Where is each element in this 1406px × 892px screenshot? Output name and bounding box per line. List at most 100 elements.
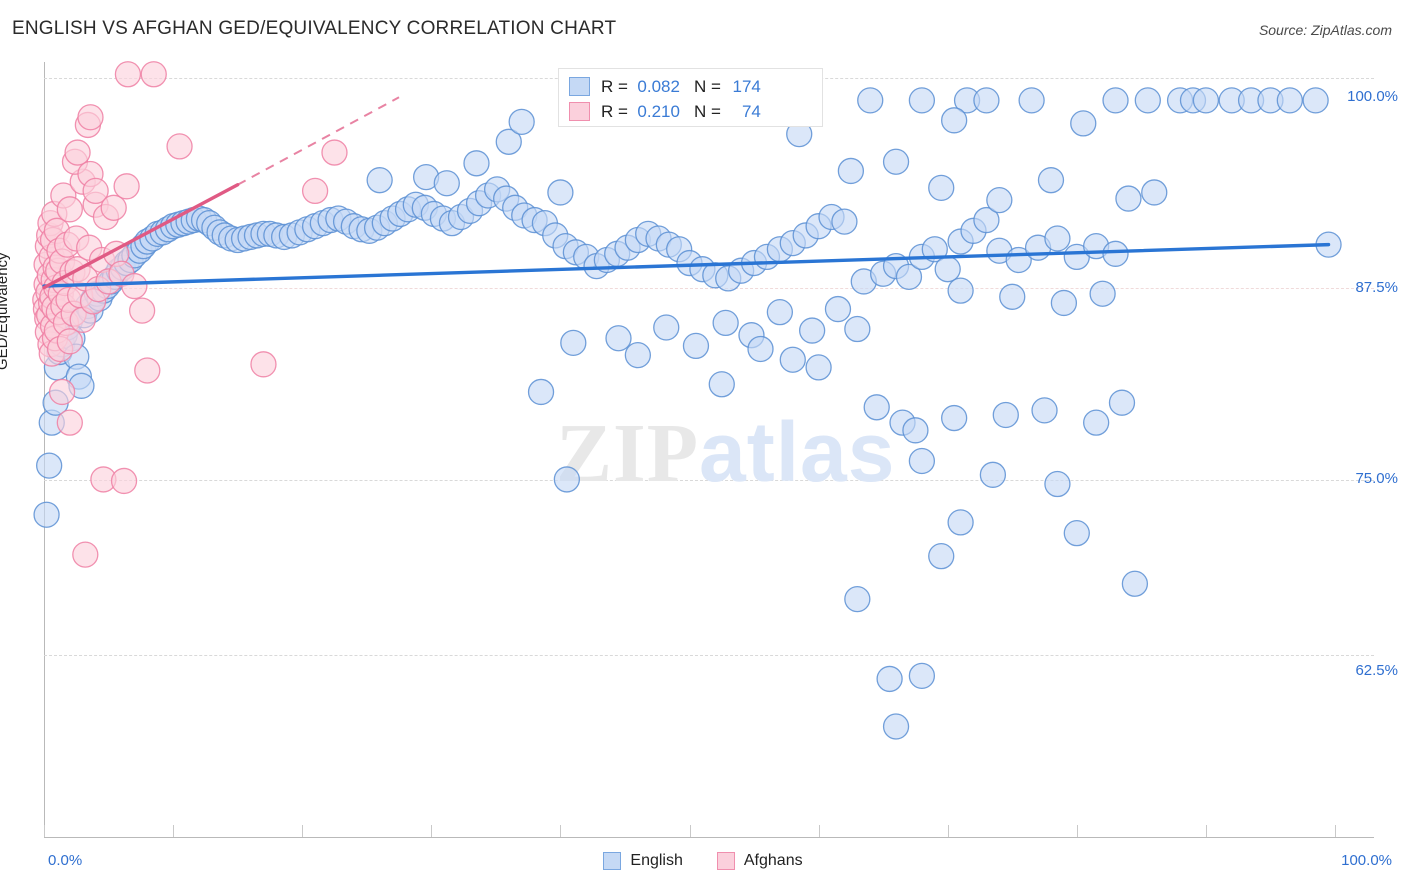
legend-swatch-english xyxy=(569,77,590,96)
data-point xyxy=(928,174,955,201)
legend-color-english xyxy=(603,852,622,870)
data-point xyxy=(1070,110,1097,137)
data-point xyxy=(682,332,710,360)
data-point xyxy=(366,167,393,194)
data-point xyxy=(941,404,968,432)
data-point xyxy=(72,541,99,568)
data-point xyxy=(653,314,680,341)
legend-color-afghans xyxy=(716,852,735,870)
legend-swatch-afghans xyxy=(569,102,590,121)
data-point xyxy=(798,317,826,344)
data-point xyxy=(301,177,329,205)
data-point xyxy=(113,173,140,200)
legend-item-afghans[interactable]: Afghans xyxy=(716,852,803,870)
data-point xyxy=(166,133,193,160)
x-axis-tick xyxy=(173,825,175,837)
x-axis-tick xyxy=(1076,825,1078,837)
data-point xyxy=(1050,289,1078,317)
series-afghans xyxy=(32,61,348,568)
data-point xyxy=(1115,185,1142,212)
data-point xyxy=(1141,179,1168,206)
r-value-afghans: 0.210 xyxy=(637,101,680,121)
data-point xyxy=(77,104,104,131)
data-point xyxy=(712,309,739,337)
data-point xyxy=(805,354,832,381)
data-point xyxy=(56,196,83,223)
data-point xyxy=(947,509,974,536)
data-point xyxy=(908,87,936,114)
data-point xyxy=(844,315,871,343)
x-axis-tick xyxy=(818,825,820,837)
legend-label-english: English xyxy=(630,852,683,869)
data-point xyxy=(844,585,871,613)
data-point xyxy=(779,346,806,373)
data-point xyxy=(1102,240,1129,267)
data-point xyxy=(1302,87,1329,114)
data-point xyxy=(979,461,1007,488)
n-value-english: 174 xyxy=(732,76,761,96)
data-point xyxy=(999,283,1026,310)
data-point xyxy=(128,297,156,324)
data-point xyxy=(876,665,903,693)
data-point xyxy=(140,61,167,88)
x-axis-tick xyxy=(431,825,433,837)
data-point xyxy=(908,447,936,475)
data-point xyxy=(36,452,63,479)
data-point xyxy=(908,662,936,690)
data-point xyxy=(947,277,974,304)
r-label-english: R = xyxy=(601,76,628,96)
data-point xyxy=(56,409,83,436)
data-point xyxy=(747,335,774,363)
stat-row-english: R = 0.082 N = 174 xyxy=(569,74,812,99)
series-legend: English Afghans xyxy=(0,852,1406,870)
data-point xyxy=(1089,280,1116,307)
data-point xyxy=(121,272,148,300)
data-point xyxy=(114,61,142,88)
data-point xyxy=(824,295,852,323)
data-point xyxy=(250,351,277,378)
data-point xyxy=(100,194,127,221)
x-axis-tick xyxy=(947,825,949,837)
data-point xyxy=(560,329,587,356)
data-point xyxy=(64,139,91,166)
data-point xyxy=(56,328,83,355)
data-point xyxy=(433,170,460,197)
r-value-english: 0.082 xyxy=(637,76,680,96)
data-point xyxy=(1102,87,1129,114)
data-point xyxy=(110,467,138,495)
data-point xyxy=(1134,87,1161,114)
data-point xyxy=(973,87,1000,114)
data-point xyxy=(605,325,632,352)
data-point xyxy=(1276,87,1303,114)
data-point xyxy=(992,401,1019,429)
x-axis-tick xyxy=(689,825,691,837)
data-point xyxy=(941,107,968,134)
data-point xyxy=(1037,167,1065,194)
stat-row-afghans: R = 0.210 N = 74 xyxy=(569,99,812,124)
data-point xyxy=(882,148,910,175)
data-point xyxy=(1121,570,1149,597)
data-point xyxy=(1018,87,1045,114)
data-point xyxy=(882,713,910,740)
series-english xyxy=(33,87,1342,740)
data-point xyxy=(831,208,858,235)
data-point xyxy=(863,394,890,421)
data-point xyxy=(33,501,60,528)
data-point xyxy=(553,466,581,493)
statistics-legend: R = 0.082 N = 174 R = 0.210 N = 74 xyxy=(558,68,823,127)
data-point xyxy=(766,298,794,326)
data-point xyxy=(321,139,348,166)
data-point xyxy=(986,186,1013,214)
x-axis-tick xyxy=(302,825,304,837)
legend-item-english[interactable]: English xyxy=(603,852,683,870)
n-value-afghans: 74 xyxy=(741,101,761,121)
r-label-afghans: R = xyxy=(601,101,628,121)
data-point xyxy=(463,150,490,177)
scatter-plot-canvas xyxy=(32,61,1342,740)
data-point xyxy=(857,87,884,114)
data-point xyxy=(1063,519,1090,547)
n-label-english: N = xyxy=(693,76,721,96)
data-point xyxy=(508,108,535,135)
x-axis-tick xyxy=(44,825,45,837)
n-label-afghans: N = xyxy=(693,101,721,121)
